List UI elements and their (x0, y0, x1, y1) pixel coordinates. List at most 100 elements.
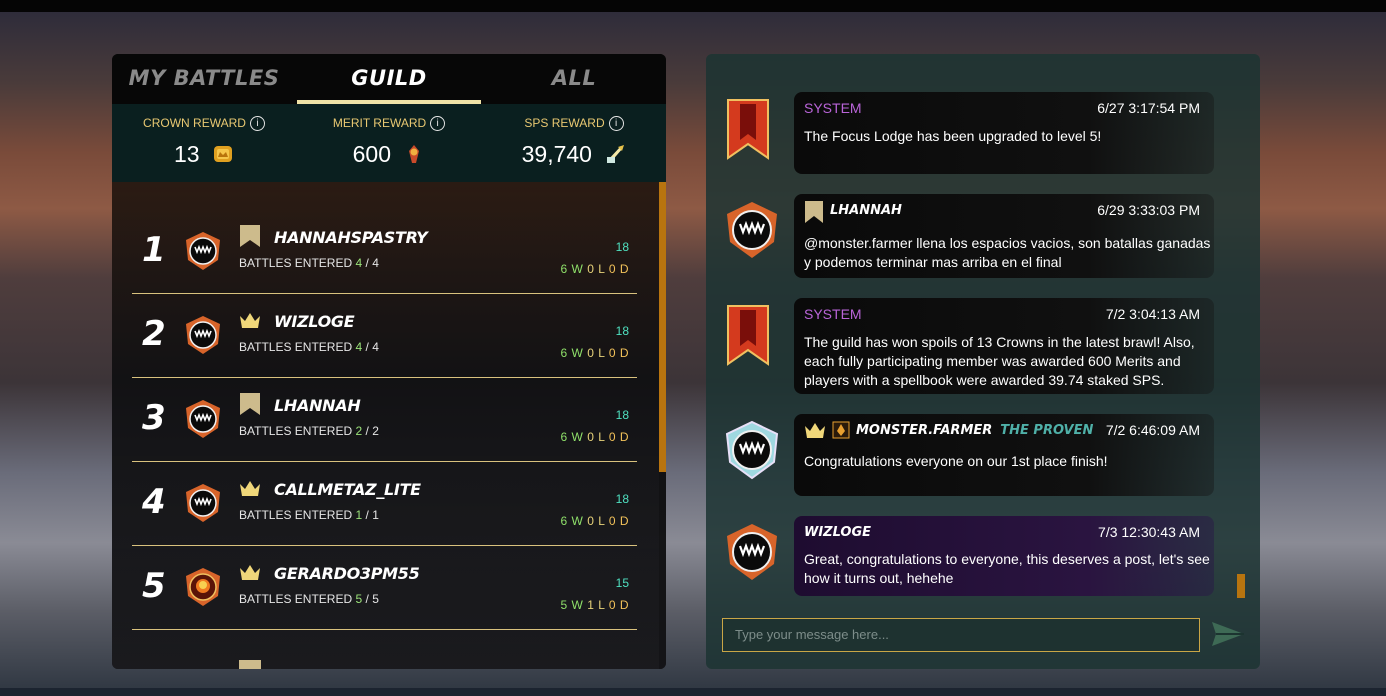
score: 18 (615, 408, 629, 422)
chat-message: SYSTEM 7/2 3:04:13 AM The guild has won … (706, 298, 1260, 396)
list-item[interactable]: 5 GERARDO3PM55 BATTLES ENTERED 5 / 5 15 … (132, 546, 637, 630)
crown-reward-value: 13 (112, 141, 296, 168)
chat-message: MONSTER.FARMER THE PROVEN 7/2 6:46:09 AM … (706, 414, 1260, 496)
score: 18 (615, 324, 629, 338)
win-loss-draw: 6 W 0 L 0 D (560, 346, 629, 360)
crown-reward: CROWN REWARD i 13 (112, 104, 296, 182)
avatar (727, 524, 777, 580)
player-name[interactable]: WIZLOGE (274, 312, 355, 331)
send-icon[interactable] (1208, 618, 1248, 650)
info-icon[interactable]: i (249, 116, 265, 131)
crown-coin-icon (213, 146, 232, 162)
rank-number: 2 (142, 314, 166, 354)
chat-message: SYSTEM 6/27 3:17:54 PM The Focus Lodge h… (706, 92, 1260, 174)
merit-icon (409, 145, 420, 163)
message-time: 7/2 6:46:09 AM (1105, 422, 1200, 438)
rewards-bar: CROWN REWARD i 13 MERIT REWARD i 600 SPS R… (112, 104, 666, 182)
message-sender[interactable]: WIZLOGE (804, 525, 871, 540)
member-list[interactable]: 1 HANNAHSPASTRY BATTLES ENTERED 4 / 4 18… (112, 182, 666, 669)
banner-icon (805, 201, 823, 223)
player-name[interactable]: GERARDO3PM55 (274, 564, 420, 583)
chat-input-box (722, 618, 1207, 652)
player-name[interactable]: LHANNAH (274, 396, 361, 415)
guild-brawl-panel: MY BATTLES GUILD ALL CROWN REWARD i 13 ME… (112, 54, 666, 669)
message-sender: SYSTEM (804, 306, 862, 322)
banner-icon (240, 225, 260, 247)
tab-guild[interactable]: GUILD (297, 54, 481, 104)
message-time: 7/3 12:30:43 AM (1098, 524, 1200, 540)
crown-icon (240, 565, 260, 580)
battles-entered: BATTLES ENTERED 4 / 4 (239, 256, 379, 270)
crown-icon (240, 313, 260, 328)
battles-entered: BATTLES ENTERED 1 / 1 (239, 508, 379, 522)
info-icon[interactable]: i (608, 116, 624, 131)
rank-number: 5 (142, 566, 166, 606)
message-bubble: WIZLOGE 7/3 12:30:43 AM Great, congratul… (794, 516, 1214, 596)
sps-reward-label: SPS REWARD i (482, 116, 666, 131)
sps-icon (607, 145, 625, 163)
score: 15 (615, 576, 629, 590)
scrollbar[interactable] (659, 182, 666, 669)
battles-entered: BATTLES ENTERED 5 / 5 (239, 592, 379, 606)
bottom-bar (0, 688, 1386, 696)
system-banner-icon (727, 99, 769, 160)
guild-chat-panel: SYSTEM 6/27 3:17:54 PM The Focus Lodge h… (706, 54, 1260, 669)
merit-reward-value: 600 (297, 141, 481, 168)
crown-icon (805, 423, 825, 438)
chat-message: LHANNAH 6/29 3:33:03 PM @monster.farmer … (706, 194, 1260, 278)
message-time: 6/27 3:17:54 PM (1097, 100, 1200, 116)
player-name[interactable]: CALLMETAZ_LITE (274, 480, 421, 499)
tab-bar: MY BATTLES GUILD ALL (112, 54, 666, 104)
scrollbar-thumb[interactable] (659, 182, 666, 472)
list-item[interactable]: 4 CALLMETAZ_LITE BATTLES ENTERED 1 / 1 1… (132, 462, 637, 546)
win-loss-draw: 6 W 0 L 0 D (560, 430, 629, 444)
message-bubble: MONSTER.FARMER THE PROVEN 7/2 6:46:09 AM … (794, 414, 1214, 496)
message-bubble: SYSTEM 6/27 3:17:54 PM The Focus Lodge h… (794, 92, 1214, 174)
top-bar (0, 0, 1386, 12)
info-icon[interactable]: i (430, 116, 446, 131)
rank-number: 4 (142, 482, 166, 522)
avatar (727, 202, 777, 258)
message-text: The Focus Lodge has been upgraded to lev… (804, 128, 1102, 144)
chat-scrollbar[interactable] (1237, 574, 1245, 598)
message-text: @monster.farmer llena los espacios vacio… (804, 235, 1211, 270)
message-sender: SYSTEM (804, 100, 862, 116)
message-time: 7/2 3:04:13 AM (1105, 306, 1200, 322)
score: 18 (615, 492, 629, 506)
sps-reward-value: 39,740 (482, 141, 666, 168)
tab-my-battles[interactable]: MY BATTLES (112, 54, 296, 104)
message-bubble: LHANNAH 6/29 3:33:03 PM @monster.farmer … (794, 194, 1214, 278)
battles-entered: BATTLES ENTERED 4 / 4 (239, 340, 379, 354)
chat-message: WIZLOGE 7/3 12:30:43 AM Great, congratul… (706, 516, 1260, 598)
merit-reward: MERIT REWARD i 600 (297, 104, 481, 182)
win-loss-draw: 5 W 1 L 0 D (560, 598, 629, 612)
crown-reward-label: CROWN REWARD i (112, 116, 296, 131)
system-banner-icon (727, 305, 769, 366)
player-name[interactable]: HANNAHSPASTRY (274, 228, 428, 247)
list-item[interactable]: 3 LHANNAH BATTLES ENTERED 2 / 2 18 6 W 0… (132, 378, 637, 462)
banner-icon (239, 660, 261, 669)
avatar (186, 400, 220, 438)
avatar (186, 568, 220, 606)
banner-icon (240, 393, 260, 415)
message-text: The guild has won spoils of 13 Crowns in… (804, 334, 1195, 388)
crown-icon (240, 481, 260, 496)
avatar (186, 484, 220, 522)
message-text: Great, congratulations to everyone, this… (804, 551, 1210, 586)
list-item[interactable]: 1 HANNAHSPASTRY BATTLES ENTERED 4 / 4 18… (132, 210, 637, 294)
battles-entered: BATTLES ENTERED 2 / 2 (239, 424, 379, 438)
win-loss-draw: 6 W 0 L 0 D (560, 262, 629, 276)
tab-all[interactable]: ALL (482, 54, 666, 104)
sps-reward: SPS REWARD i 39,740 (482, 104, 666, 182)
score: 18 (615, 240, 629, 254)
member-title: THE PROVEN (1000, 423, 1094, 438)
chat-input[interactable] (723, 619, 1207, 649)
avatar (725, 420, 779, 480)
win-loss-draw: 6 W 0 L 0 D (560, 514, 629, 528)
message-sender[interactable]: MONSTER.FARMER THE PROVEN (856, 423, 1093, 438)
message-time: 6/29 3:33:03 PM (1097, 202, 1200, 218)
merit-reward-label: MERIT REWARD i (297, 116, 481, 131)
warrior-icon (832, 421, 850, 439)
list-item[interactable]: 2 WIZLOGE BATTLES ENTERED 4 / 4 18 6 W 0… (132, 294, 637, 378)
message-sender[interactable]: LHANNAH (830, 203, 902, 218)
